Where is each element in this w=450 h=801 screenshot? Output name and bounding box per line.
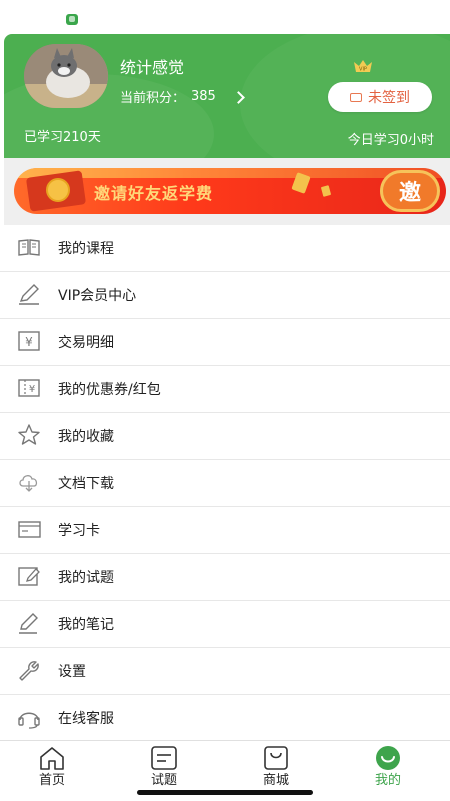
menu-item-study-card[interactable]: 学习卡 <box>0 507 450 554</box>
banner-area: 邀请好友返学费 邀 <box>4 158 450 225</box>
today-study: 今日学习0小时 <box>347 133 434 148</box>
svg-text:VIP: VIP <box>359 67 367 73</box>
tab-label: 商城 <box>262 773 289 788</box>
pencil-icon <box>19 613 38 634</box>
menu-item-label: 我的试题 <box>58 570 114 586</box>
home-indicator <box>137 790 313 795</box>
profile-smile-icon <box>376 746 400 770</box>
menu-item-favorites[interactable]: 我的收藏 <box>0 413 450 460</box>
studied-days: 已学习210天 <box>24 130 101 145</box>
avatar[interactable] <box>24 44 108 108</box>
tab-label: 我的 <box>374 773 401 788</box>
book-icon <box>18 239 40 256</box>
checkin-label: 未签到 <box>368 90 410 106</box>
checkin-button[interactable]: 未签到 <box>328 82 432 112</box>
menu-item-label: 我的课程 <box>58 241 114 257</box>
menu-item-notes[interactable]: 我的笔记 <box>0 601 450 648</box>
menu-item-label: 我的笔记 <box>58 617 114 633</box>
gift-deco-icon <box>291 172 311 194</box>
pen-icon <box>19 284 39 305</box>
shopping-bag-icon <box>264 746 288 770</box>
menu-item-courses[interactable]: 我的课程 <box>0 225 450 272</box>
svg-text:¥: ¥ <box>25 335 33 349</box>
coupon-icon: ¥ <box>18 379 40 397</box>
coin-icon <box>46 178 70 202</box>
menu-item-downloads[interactable]: 文档下载 <box>0 460 450 507</box>
tab-me[interactable]: 我的 <box>348 741 428 801</box>
tab-label: 首页 <box>38 773 65 788</box>
menu-item-label: 交易明细 <box>58 335 114 351</box>
tab-label: 试题 <box>150 773 177 788</box>
gift-deco-icon <box>320 185 332 197</box>
username: 统计感觉 <box>120 58 185 77</box>
points-link[interactable]: 当前积分： 385 <box>120 87 245 106</box>
yuan-receipt-icon: ¥ <box>18 331 40 351</box>
home-icon <box>40 747 64 770</box>
svg-text:¥: ¥ <box>29 384 35 395</box>
invite-banner[interactable]: 邀请好友返学费 邀 <box>14 168 446 214</box>
wrench-icon <box>19 661 39 681</box>
phone-call-icon <box>66 14 78 25</box>
star-icon <box>18 424 40 445</box>
points-value: 385 <box>191 89 216 104</box>
checkin-icon <box>350 92 362 102</box>
invite-button[interactable]: 邀 <box>380 170 440 212</box>
cloud-download-icon <box>19 475 38 492</box>
menu-item-label: 我的收藏 <box>58 429 114 445</box>
menu-item-settings[interactable]: 设置 <box>0 648 450 695</box>
chevron-right-icon <box>231 90 245 104</box>
menu-item-label: 学习卡 <box>58 523 100 539</box>
menu-item-label: 在线客服 <box>58 711 114 727</box>
menu-list: 我的课程 VIP会员中心 ¥ 交易明细 ¥ 我的优惠券/红包 我的收藏 文档下载… <box>0 225 450 742</box>
menu-item-vip[interactable]: VIP会员中心 <box>0 272 450 319</box>
edit-icon <box>18 567 40 586</box>
vip-crown-icon: VIP <box>354 60 372 73</box>
profile-header: 统计感觉 当前积分： 385 VIP 未签到 已学习210天 今日学习0小时 <box>4 34 450 158</box>
headset-icon <box>18 712 40 729</box>
menu-item-label: 文档下载 <box>58 476 114 492</box>
menu-item-customer-service[interactable]: 在线客服 <box>0 695 450 742</box>
menu-item-transactions[interactable]: ¥ 交易明细 <box>0 319 450 366</box>
menu-item-label: 我的优惠券/红包 <box>58 382 161 398</box>
card-icon <box>18 521 41 538</box>
menu-item-my-questions[interactable]: 我的试题 <box>0 554 450 601</box>
quiz-icon <box>151 746 177 770</box>
menu-item-coupons[interactable]: ¥ 我的优惠券/红包 <box>0 366 450 413</box>
points-label: 当前积分： <box>120 91 186 106</box>
menu-item-label: VIP会员中心 <box>58 288 137 304</box>
menu-item-label: 设置 <box>58 664 86 680</box>
tab-home[interactable]: 首页 <box>12 741 92 801</box>
status-bar <box>0 0 450 34</box>
banner-text: 邀请好友返学费 <box>94 184 214 203</box>
